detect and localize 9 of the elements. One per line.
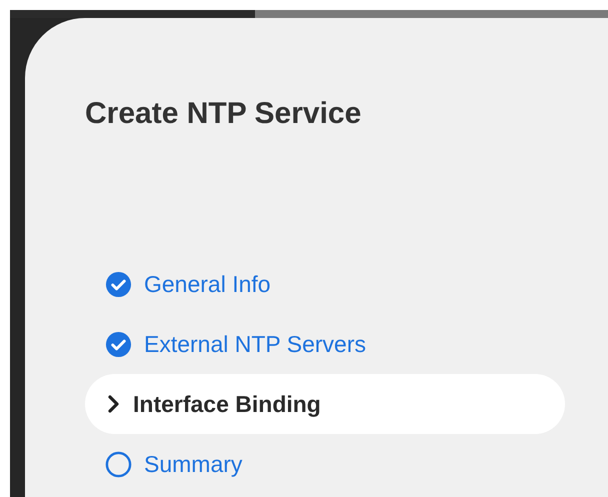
dialog-title: Create NTP Service	[85, 96, 362, 132]
circle-icon	[105, 450, 132, 478]
chevron-right-icon	[107, 394, 121, 414]
step-item[interactable]: General Info	[85, 264, 565, 304]
check-circle-icon	[105, 330, 132, 358]
check-circle-icon	[105, 270, 132, 298]
step-item[interactable]: Interface Binding	[85, 374, 565, 434]
step-item[interactable]: Summary	[85, 444, 565, 484]
step-item[interactable]: External NTP Servers	[85, 324, 565, 364]
